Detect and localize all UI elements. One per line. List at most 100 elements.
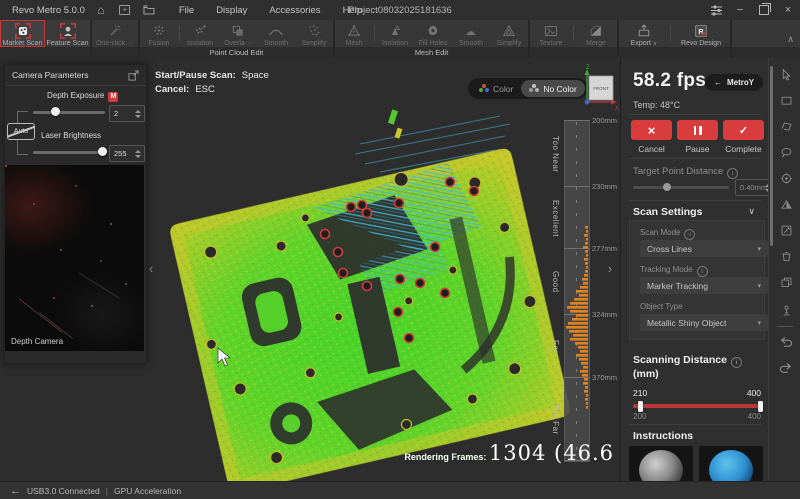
- detach-panel-icon[interactable]: [128, 70, 139, 81]
- color-toggle-color[interactable]: Color: [471, 80, 521, 97]
- instruction-thumbnail-blue[interactable]: [699, 446, 763, 482]
- feature-scan-label: Feature Scan: [46, 40, 88, 47]
- toolbar: Marker Scan Feature Scan One-click ···: [0, 20, 800, 58]
- depth-camera-label: Depth Camera: [11, 337, 63, 346]
- usb-status: USB3.0 Connected: [27, 486, 100, 496]
- undo-icon[interactable]: [778, 334, 794, 350]
- auto-disabled-icon[interactable]: Auto: [7, 123, 35, 140]
- select-cursor-icon[interactable]: [778, 66, 794, 82]
- scan-settings-chevron-icon[interactable]: ∨: [748, 206, 755, 217]
- duplicate-icon[interactable]: [778, 274, 794, 290]
- one-click-group-label: [92, 47, 138, 58]
- overlap-button[interactable]: Overla···: [219, 20, 257, 47]
- fusion-button[interactable]: Fusion: [140, 20, 178, 47]
- panel-scrollbar[interactable]: [770, 66, 773, 246]
- menu-accessories[interactable]: Accessories: [269, 5, 320, 16]
- scan-viewport[interactable]: Start/Pause Scan:Space Cancel:ESC Color …: [0, 58, 620, 481]
- lasso-select-icon[interactable]: [778, 144, 794, 160]
- home-icon[interactable]: ⌂: [93, 3, 109, 17]
- info-icon: [731, 357, 742, 368]
- laser-brightness-stepper[interactable]: 255: [109, 145, 145, 162]
- pc-smooth-button[interactable]: Smooth: [257, 20, 295, 47]
- anchor-pin-icon[interactable]: [778, 302, 794, 318]
- pc-isolation-button[interactable]: Isolation: [181, 20, 219, 47]
- depth-exposure-slider[interactable]: [33, 111, 105, 114]
- target-point-distance-slider[interactable]: [633, 186, 729, 189]
- export-group-label: [619, 47, 730, 58]
- mesh-smooth-button[interactable]: Smooth: [452, 20, 490, 47]
- marker-scan-icon: [13, 23, 33, 39]
- complete-scan-button[interactable]: ✓: [723, 120, 764, 140]
- preferences-sliders-icon[interactable]: [704, 0, 728, 20]
- pc-simplify-button[interactable]: Simplify: [295, 20, 333, 47]
- menu-help[interactable]: Help: [343, 5, 363, 16]
- export-design-group: Export ∨ R Revo Design: [619, 20, 730, 58]
- color-toggle-no-color[interactable]: No Color: [521, 80, 585, 97]
- mesh-smooth-icon: [462, 23, 480, 39]
- scan-mode-dropdown[interactable]: Cross Lines▾: [640, 240, 768, 257]
- one-click-group: One-click ···: [92, 20, 138, 58]
- open-folder-icon[interactable]: [141, 3, 157, 17]
- chevron-down-icon: ▾: [757, 319, 761, 327]
- depth-exposure-label: Depth Exposure: [47, 91, 104, 100]
- depth-exposure-stepper[interactable]: 2: [109, 105, 145, 122]
- fill-holes-label: Fill Holes: [419, 40, 448, 47]
- distance-histogram: [520, 118, 595, 468]
- pc-smooth-label: Smooth: [264, 40, 288, 47]
- flip-normals-icon[interactable]: [778, 196, 794, 212]
- rendering-frames-label: Rendering Frames:: [404, 452, 486, 462]
- one-click-button[interactable]: One-click ···: [92, 20, 138, 47]
- pause-scan-button[interactable]: [677, 120, 718, 140]
- toolbar-collapse-icon[interactable]: ∧: [787, 34, 794, 45]
- point-cloud-plate: [169, 147, 572, 481]
- redo-icon[interactable]: [778, 360, 794, 376]
- close-button[interactable]: ×: [776, 0, 800, 20]
- marker-scan-button[interactable]: Marker Scan: [0, 20, 45, 47]
- usb-icon: ←: [10, 485, 21, 497]
- fill-holes-button[interactable]: Fill Holes: [414, 20, 452, 47]
- rect-select-icon[interactable]: [778, 92, 794, 108]
- object-type-label: Object Type: [640, 302, 683, 311]
- minimize-button[interactable]: −: [728, 0, 752, 20]
- mesh-isolation-button[interactable]: Isolation: [376, 20, 414, 47]
- view-cube[interactable]: Z X FRONT: [580, 64, 620, 112]
- mesh-simplify-button[interactable]: Simplify: [490, 20, 528, 47]
- texture-button[interactable]: Texture: [530, 20, 572, 47]
- view-cube-face-label: FRONT: [593, 86, 609, 91]
- temp-label: Temp:: [633, 100, 658, 110]
- panel-collapse-right-icon[interactable]: ›: [605, 258, 615, 280]
- app-title: Revo Metro 5.0.0: [12, 5, 85, 16]
- marker-tool-icon[interactable]: [778, 170, 794, 186]
- export-icon: [635, 23, 653, 39]
- polygon-select-icon[interactable]: [778, 118, 794, 134]
- tracking-mode-dropdown[interactable]: Marker Tracking▾: [640, 277, 768, 294]
- gauge-tick-370: 370mm: [592, 373, 617, 382]
- new-project-icon[interactable]: +: [117, 3, 133, 17]
- metro-device-button[interactable]: ← MetroY: [705, 74, 763, 91]
- revo-design-button[interactable]: R Revo Design: [672, 20, 730, 47]
- range-handle-min[interactable]: [638, 401, 643, 412]
- laser-brightness-slider[interactable]: [33, 151, 105, 154]
- menu-display[interactable]: Display: [216, 5, 247, 16]
- delete-selection-icon[interactable]: [778, 248, 794, 264]
- gpu-status: GPU Acceleration: [114, 486, 181, 496]
- revo-metro-window: Revo Metro 5.0.0 ⌂ + File Display Access…: [0, 0, 800, 499]
- object-type-dropdown[interactable]: Metallic Shiny Object▾: [640, 314, 768, 331]
- export-button[interactable]: Export ∨: [619, 20, 669, 47]
- mesh-button[interactable]: Mesh: [335, 20, 373, 47]
- feature-scan-button[interactable]: Feature Scan: [45, 20, 90, 47]
- gray-dots-icon: [529, 84, 539, 93]
- restore-button[interactable]: [752, 0, 776, 20]
- texture-label: Texture: [540, 40, 563, 47]
- menu-file[interactable]: File: [179, 5, 194, 16]
- range-handle-max[interactable]: [758, 401, 763, 412]
- scanning-distance-range-slider[interactable]: [633, 404, 763, 408]
- merge-button[interactable]: Merge: [575, 20, 617, 47]
- panel-collapse-left-icon[interactable]: ‹: [146, 258, 156, 280]
- edit-region-icon[interactable]: [778, 222, 794, 238]
- rgb-dots-icon: [479, 84, 489, 93]
- instruction-thumbnail-gray[interactable]: [629, 446, 693, 482]
- cancel-scan-button[interactable]: ×: [631, 120, 672, 140]
- info-icon: [697, 266, 708, 277]
- edit-tool-strip: [768, 58, 800, 481]
